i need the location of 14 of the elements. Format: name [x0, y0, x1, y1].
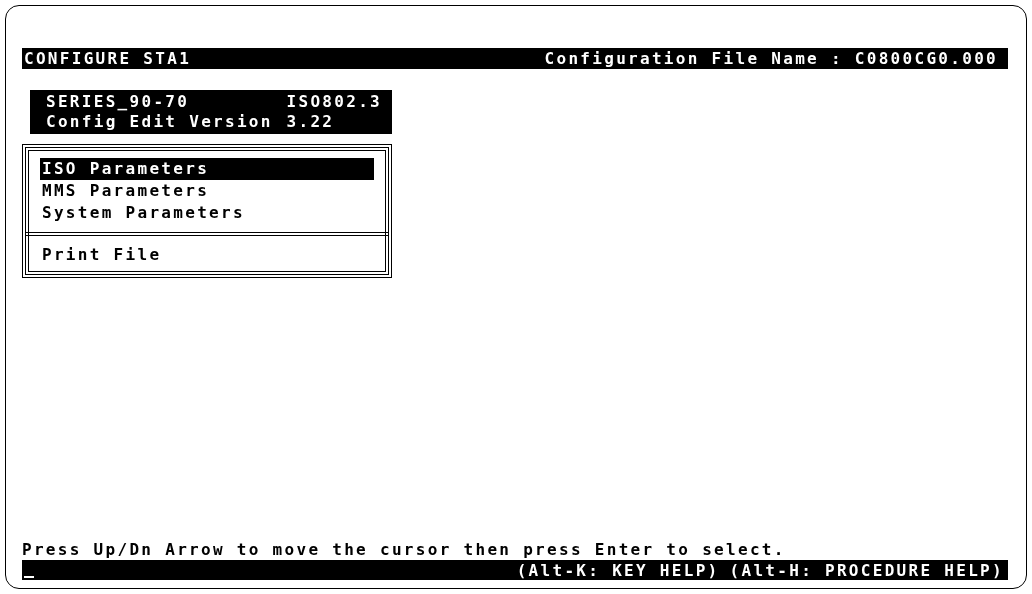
screen-title: CONFIGURE STA1 — [24, 49, 192, 68]
menu-item[interactable]: System Parameters — [40, 202, 374, 224]
menu-item[interactable]: Print File — [40, 244, 374, 266]
menu-item[interactable]: MMS Parameters — [40, 180, 374, 202]
hint-text: Press Up/Dn Arrow to move the cursor then press Enter to select. — [22, 540, 787, 560]
key-help-text: (Alt-H: PROCEDURE HELP) — [729, 560, 1004, 580]
version-number: 3.22 — [286, 112, 336, 132]
text-cursor — [24, 576, 34, 578]
file-name-label: Configuration File Name : C0800CG0.000 — [544, 49, 998, 68]
key-help-text: (Alt-K: KEY HELP) — [516, 560, 720, 580]
version-label: Config Edit Version — [46, 112, 274, 132]
protocol-label: ISO802.3 — [286, 92, 382, 112]
menu-item[interactable]: ISO Parameters — [40, 158, 374, 180]
series-label: SERIES_90-70 — [46, 92, 191, 112]
